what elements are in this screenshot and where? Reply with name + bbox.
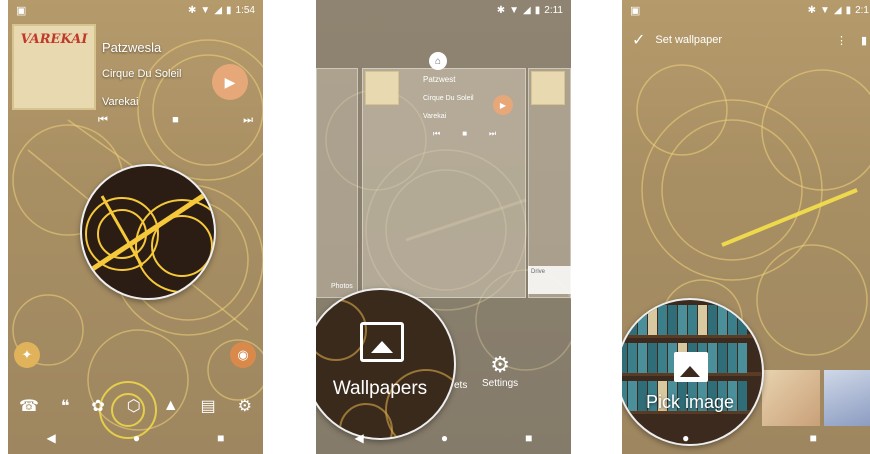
wallpaper-thumbnail-1[interactable]	[762, 370, 820, 426]
settings-label: Settings	[482, 378, 519, 389]
status-time: 1:54	[235, 4, 255, 16]
check-icon[interactable]: ✓	[632, 30, 645, 50]
signal-icon: ◢	[214, 4, 223, 16]
play-button[interactable]: ▶	[212, 64, 248, 100]
notification-icon: ▣	[16, 4, 27, 17]
wallpaper-top-bar: ✓ Set wallpaper ⋮ ▮	[622, 28, 870, 52]
mini-album-art	[365, 71, 399, 105]
mini-play-icon: ▶	[493, 95, 513, 115]
home-button[interactable]: ●	[133, 431, 140, 445]
status-time: 2:11	[544, 4, 563, 16]
back-button[interactable]: ◀	[355, 431, 364, 445]
recents-button[interactable]: ■	[810, 431, 817, 445]
settings-option[interactable]: ⚙ Settings	[482, 352, 518, 389]
set-wallpaper-phone: ▣ ✱ ▼ ◢ ▮ 2:1 ✓ Set wallpaper ⋮ ▮ Pick i…	[622, 0, 870, 454]
camera-app-icon[interactable]: ◉	[230, 342, 256, 368]
wallpapers-zoom-magnifier[interactable]: Wallpapers	[316, 288, 456, 440]
mini-media-controls: ⏮■⏭	[433, 129, 519, 138]
wifi-icon: ▼	[200, 4, 211, 16]
signal-icon: ◢	[833, 4, 842, 16]
wallpaper-thumbnail-2[interactable]	[824, 370, 870, 426]
settings-gear-icon: ⚙	[490, 352, 510, 377]
navigation-bar: ◀ ● ■	[8, 422, 263, 454]
status-time: 2:1	[855, 4, 869, 16]
battery-icon: ▮	[534, 4, 541, 16]
track-artist: Cirque Du Soleil	[102, 68, 182, 80]
album-art-title: VAREKAI	[20, 32, 88, 47]
signal-icon: ◢	[523, 4, 531, 16]
navigation-bar: ◀ ● ■	[316, 422, 571, 454]
wifi-icon: ▼	[509, 4, 520, 16]
notification-icon: ▣	[630, 4, 641, 17]
right-page-preview[interactable]	[528, 68, 571, 298]
track-title: Patzwesla	[102, 40, 162, 55]
navigation-bar: ● ■	[622, 422, 870, 454]
album-art[interactable]: VAREKAI	[12, 24, 96, 110]
gear-zoom-magnifier	[80, 164, 216, 300]
next-icon[interactable]: ⏭	[243, 114, 253, 127]
folder-app-icon[interactable]: ✦	[14, 342, 40, 368]
drive-widget-preview: Drive	[528, 266, 571, 294]
app-dock: ☎ ❝ ✿ ⬡ ▲ ▤ ⚙	[8, 396, 263, 416]
previous-icon[interactable]: ⏮	[98, 114, 108, 127]
home-overview-phone: ✱ ▼ ◢ ▮ 2:11 Photos Patzwest Cirque Du S…	[316, 0, 571, 454]
photos-icon[interactable]: ✿	[91, 396, 104, 416]
home-screen-phone: ▣ ✱ ▼ ◢ ▮ 1:54 VAREKAI Patzwesla Cirque …	[8, 0, 263, 454]
more-options-icon[interactable]: ⋮	[836, 34, 847, 47]
left-page-label: Photos	[331, 283, 353, 290]
right-album-art	[531, 71, 565, 105]
stop-icon[interactable]: ■	[172, 114, 179, 127]
recents-button[interactable]: ■	[525, 431, 532, 445]
battery-icon: ▮	[845, 4, 852, 16]
mini-track-title: Patzwest	[423, 75, 456, 84]
status-bar: ▣ ✱ ▼ ◢ ▮ 1:54	[8, 0, 263, 20]
set-wallpaper-button[interactable]: Set wallpaper	[655, 34, 722, 46]
bluetooth-icon: ✱	[807, 4, 816, 16]
app-drawer-icon[interactable]: ⬡	[127, 396, 141, 416]
drive-label: Drive	[531, 269, 546, 275]
bluetooth-icon: ✱	[496, 4, 506, 16]
image-icon	[674, 352, 708, 382]
home-button[interactable]: ●	[682, 431, 689, 445]
status-bar: ▣ ✱ ▼ ◢ ▮ 2:1	[622, 0, 870, 20]
widgets-option-partial[interactable]: ets	[454, 380, 467, 391]
home-button[interactable]: ●	[441, 431, 448, 445]
drive-icon[interactable]: ▲	[163, 397, 179, 415]
wallpapers-icon	[360, 322, 404, 362]
left-page-preview[interactable]: Photos	[316, 68, 358, 298]
media-controls: ⏮ ■ ⏭	[98, 114, 253, 127]
hangouts-icon[interactable]: ❝	[61, 396, 70, 416]
wallpapers-label: Wallpapers	[332, 378, 428, 399]
bookshelf-row	[622, 302, 762, 338]
wifi-icon: ▼	[819, 4, 830, 16]
battery-icon: ▮	[226, 4, 232, 16]
status-bar: ✱ ▼ ◢ ▮ 2:11	[316, 0, 571, 20]
files-icon[interactable]: ▤	[201, 396, 216, 416]
bluetooth-icon: ✱	[188, 4, 197, 16]
home-page-preview[interactable]: Patzwest Cirque Du Soleil Varekai ▶ ⏮■⏭	[362, 68, 526, 298]
track-album: Varekai	[102, 96, 139, 108]
pick-image-label: Pick image	[645, 392, 735, 412]
mini-track-artist: Cirque Du Soleil	[423, 95, 474, 102]
mini-track-album: Varekai	[423, 113, 447, 120]
phone-icon[interactable]: ☎	[19, 396, 39, 416]
settings-icon[interactable]: ⚙	[238, 396, 252, 416]
crop-icon[interactable]: ▮	[861, 34, 867, 47]
recents-button[interactable]: ■	[217, 431, 224, 445]
home-page-indicator-icon[interactable]: ⌂	[429, 52, 447, 70]
back-button[interactable]: ◀	[47, 431, 56, 445]
